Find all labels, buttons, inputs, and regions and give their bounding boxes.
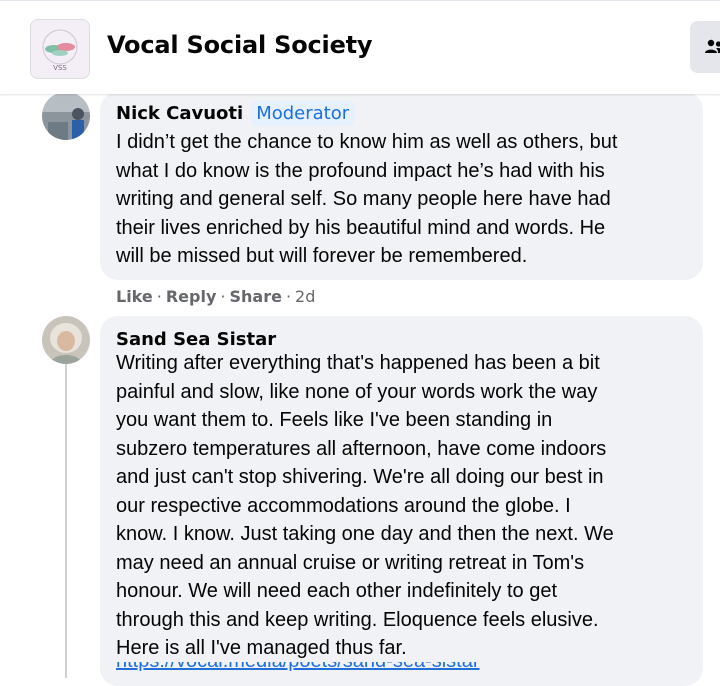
members-icon <box>705 39 720 53</box>
comment-line: through this and keep writing. Eloquence… <box>116 608 599 631</box>
comment-line: our respective accommodations around the… <box>116 494 571 517</box>
comment-author[interactable]: Nick Cavuoti <box>116 103 243 124</box>
comment-line: may need an annual cruise or writing ret… <box>116 551 585 574</box>
comment-line: Writing after everything that's happened… <box>116 352 600 374</box>
comment-line: I didn’t get the chance to know him as w… <box>116 131 618 153</box>
avatar-image <box>42 316 90 364</box>
comment-actions: Like · Reply · Share · 2d <box>116 285 315 307</box>
like-button[interactable]: Like <box>116 287 153 306</box>
comment-line: their lives enriched by his beautiful mi… <box>116 216 606 239</box>
reply-button[interactable]: Reply <box>166 287 217 306</box>
comment-author[interactable]: Sand Sea Sistar <box>116 329 276 350</box>
comment-line: you want them to. Feels like I've been s… <box>116 409 553 431</box>
group-title[interactable]: Vocal Social Society <box>107 31 373 59</box>
separator-dot: · <box>156 286 162 306</box>
avatar-nick-cavuoti[interactable] <box>42 92 90 140</box>
members-button[interactable] <box>690 21 720 73</box>
avatar-sand-sea-sistar[interactable] <box>42 316 90 364</box>
reply-thread-line <box>65 348 67 678</box>
comment-line: and just can't stop shivering. We're all… <box>116 466 604 488</box>
comment-link[interactable]: https://vocal.media/poets/sand-sea-sista… <box>116 662 496 672</box>
comment-line: will be missed but will forever be remem… <box>116 245 528 267</box>
comment-bubble: Sand Sea Sistar Writing after everything… <box>100 316 703 686</box>
group-logo-text: VSS <box>53 64 67 72</box>
comment-text: I didn’t get the chance to know him as w… <box>116 128 617 271</box>
comment-line: writing and general self. So many people… <box>116 188 611 210</box>
comment-line: what I do know is the profound impact he… <box>116 159 605 182</box>
moderator-badge: Moderator <box>251 100 355 126</box>
group-logo-image: VSS <box>31 20 89 78</box>
avatar-image <box>42 92 90 140</box>
separator-dot: · <box>220 286 226 306</box>
comment-link-text[interactable]: https://vocal.media/poets/sand-sea-sista… <box>116 662 496 672</box>
comment-bubble: Nick Cavuoti Moderator I didn’t get the … <box>100 92 703 280</box>
comment-line: honour. We will need each other indefini… <box>116 580 558 602</box>
comment-line: subzero temperatures all afternoon, have… <box>116 437 607 460</box>
share-button[interactable]: Share <box>229 287 281 306</box>
comment-line: painful and slow, like none of your word… <box>116 380 598 403</box>
comment-timestamp[interactable]: 2d <box>295 287 315 306</box>
separator-dot: · <box>285 286 292 306</box>
comment-line: know. I know. Just taking one day and th… <box>116 523 614 545</box>
comment-author-row: Nick Cavuoti Moderator <box>116 100 355 126</box>
comment-text: Writing after everything that's happened… <box>116 349 614 663</box>
group-header: VSS Vocal Social Society <box>0 0 720 94</box>
comment-author-row: Sand Sea Sistar <box>116 328 276 350</box>
group-logo[interactable]: VSS <box>30 19 90 79</box>
comment-line: Here is all I've managed thus far. <box>116 637 407 659</box>
